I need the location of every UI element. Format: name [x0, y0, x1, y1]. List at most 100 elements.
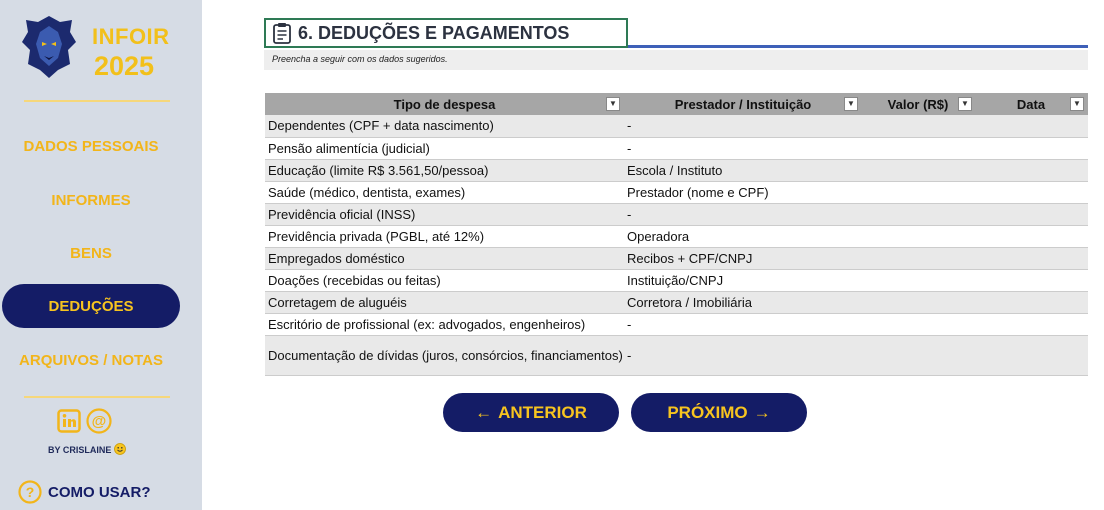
table-cell[interactable]: Escritório de profissional (ex: advogado… — [265, 313, 624, 336]
table-cell[interactable]: - — [624, 137, 862, 160]
at-sign-icon: @ — [86, 408, 112, 434]
table-cell[interactable]: Escola / Instituto — [624, 159, 862, 182]
table-cell[interactable] — [974, 291, 1088, 314]
table-cell[interactable] — [862, 247, 974, 270]
sidebar-item-dados-pessoais[interactable]: DADOS PESSOAIS — [2, 124, 180, 168]
table-cell[interactable]: Educação (limite R$ 3.561,50/pessoa) — [265, 159, 624, 182]
column-header-label: Tipo de despesa — [393, 96, 496, 112]
table-cell[interactable]: Empregados doméstico — [265, 247, 624, 270]
help-label: COMO USAR? — [48, 483, 151, 501]
sidebar-item-arquivos-notas[interactable]: ARQUIVOS / NOTAS — [2, 338, 180, 382]
column-header-prestador: Prestador / Instituição ▼ — [624, 93, 862, 115]
table-cell[interactable] — [862, 269, 974, 292]
author-credit: BY CRISLAINE — [48, 443, 126, 455]
column-header-data: Data ▼ — [974, 93, 1088, 115]
table-cell[interactable]: Instituição/CNPJ — [624, 269, 862, 292]
table-cell[interactable]: Dependentes (CPF + data nascimento) — [265, 115, 624, 138]
table-cell[interactable] — [862, 335, 974, 376]
page-title: 6. DEDUÇÕES E PAGAMENTOS — [298, 22, 570, 43]
sidebar-item-label: ARQUIVOS / NOTAS — [19, 351, 163, 369]
title-underline — [628, 45, 1088, 48]
svg-text:@: @ — [92, 413, 107, 430]
table-cell[interactable] — [862, 291, 974, 314]
column-header-label: Data — [1016, 96, 1046, 112]
app-window: INFOIR 2025 DADOS PESSOAIS INFORMES BENS… — [0, 0, 1104, 510]
filter-dropdown-icon[interactable]: ▼ — [1070, 97, 1084, 111]
table-cell[interactable]: Saúde (médico, dentista, exames) — [265, 181, 624, 204]
next-button-label: PRÓXIMO — [667, 402, 748, 422]
table-cell[interactable] — [862, 225, 974, 248]
table-cell[interactable]: - — [624, 203, 862, 226]
smiley-icon — [113, 443, 126, 455]
table-cell[interactable]: - — [624, 335, 862, 376]
table-cell[interactable] — [862, 181, 974, 204]
table-cell[interactable] — [974, 137, 1088, 160]
table-cell[interactable] — [974, 335, 1088, 376]
sidebar-item-label: DEDUÇÕES — [48, 297, 134, 315]
arrow-right-icon: → — [753, 402, 771, 422]
table-cell[interactable] — [974, 203, 1088, 226]
table-cell[interactable]: Corretagem de aluguéis — [265, 291, 624, 314]
sidebar-item-deducoes[interactable]: DEDUÇÕES — [2, 284, 180, 328]
brand-year: 2025 — [94, 51, 155, 81]
clipboard-icon — [273, 23, 291, 44]
column-header-label: Prestador / Instituição — [674, 96, 812, 112]
table-cell[interactable]: Pensão alimentícia (judicial) — [265, 137, 624, 160]
table-cell[interactable]: Previdência oficial (INSS) — [265, 203, 624, 226]
table-cell[interactable] — [974, 225, 1088, 248]
table-cell[interactable]: Doações (recebidas ou feitas) — [265, 269, 624, 292]
next-button[interactable]: PRÓXIMO → — [631, 393, 807, 432]
table-cell[interactable] — [974, 159, 1088, 182]
arrow-left-icon: ← — [475, 402, 493, 422]
table-cell[interactable]: - — [624, 313, 862, 336]
sidebar-item-bens[interactable]: BENS — [2, 231, 180, 275]
filter-dropdown-icon[interactable]: ▼ — [844, 97, 858, 111]
table-cell[interactable]: Documentação de dívidas (juros, consórci… — [265, 335, 624, 376]
table-row: Educação (limite R$ 3.561,50/pessoa) Esco… — [265, 159, 1088, 182]
table-cell[interactable] — [974, 247, 1088, 270]
linkedin-icon[interactable] — [56, 408, 82, 434]
table-row: Previdência oficial (INSS) - — [265, 203, 1088, 226]
table-cell[interactable] — [974, 313, 1088, 336]
table-row: Doações (recebidas ou feitas) Instituição… — [265, 269, 1088, 292]
previous-button[interactable]: ← ANTERIOR — [443, 393, 619, 432]
filter-dropdown-icon[interactable]: ▼ — [958, 97, 972, 111]
filter-dropdown-icon[interactable]: ▼ — [606, 97, 620, 111]
lion-head-icon — [22, 16, 76, 78]
divider — [24, 396, 170, 398]
column-header-tipo: Tipo de despesa ▼ — [265, 93, 624, 115]
table-cell[interactable]: - — [624, 115, 862, 138]
table-cell[interactable] — [862, 159, 974, 182]
svg-text:?: ? — [26, 484, 35, 500]
table-cell[interactable]: Previdência privada (PGBL, até 12%) — [265, 225, 624, 248]
subtitle-bar: Preencha a seguir com os dados sugeridos… — [264, 50, 1088, 70]
table-cell[interactable]: Recibos + CPF/CNPJ — [624, 247, 862, 270]
table-row: Empregados doméstico Recibos + CPF/CNPJ — [265, 247, 1088, 270]
deductions-table: Tipo de despesa ▼ Prestador / Instituiçã… — [265, 93, 1088, 376]
table-row: Escritório de profissional (ex: advogado… — [265, 313, 1088, 336]
table-cell[interactable] — [974, 115, 1088, 138]
table-cell[interactable] — [862, 203, 974, 226]
sidebar-item-informes[interactable]: INFORMES — [2, 178, 180, 222]
table-header-row: Tipo de despesa ▼ Prestador / Instituiçã… — [265, 93, 1088, 115]
sidebar: INFOIR 2025 DADOS PESSOAIS INFORMES BENS… — [0, 0, 202, 510]
table-row: Corretagem de aluguéis Corretora / Imobil… — [265, 291, 1088, 314]
table-cell[interactable] — [862, 137, 974, 160]
brand-name: INFOIR — [92, 24, 170, 49]
sidebar-item-label: DADOS PESSOAIS — [23, 137, 159, 155]
table-row: Saúde (médico, dentista, exames) Prestado… — [265, 181, 1088, 204]
table-body: Dependentes (CPF + data nascimento) - Pens… — [265, 115, 1088, 376]
column-header-valor: Valor (R$) ▼ — [862, 93, 974, 115]
table-cell[interactable] — [862, 313, 974, 336]
email-icon[interactable]: @ — [86, 408, 112, 434]
table-row: Previdência privada (PGBL, até 12%) Opera… — [265, 225, 1088, 248]
table-cell[interactable] — [862, 115, 974, 138]
divider — [24, 100, 170, 102]
table-cell[interactable]: Operadora — [624, 225, 862, 248]
table-cell[interactable]: Corretora / Imobiliária — [624, 291, 862, 314]
help-button[interactable]: ? COMO USAR? — [18, 480, 151, 504]
table-cell[interactable]: Prestador (nome e CPF) — [624, 181, 862, 204]
table-cell[interactable] — [974, 269, 1088, 292]
table-cell[interactable] — [974, 181, 1088, 204]
column-header-label: Valor (R$) — [887, 96, 949, 112]
